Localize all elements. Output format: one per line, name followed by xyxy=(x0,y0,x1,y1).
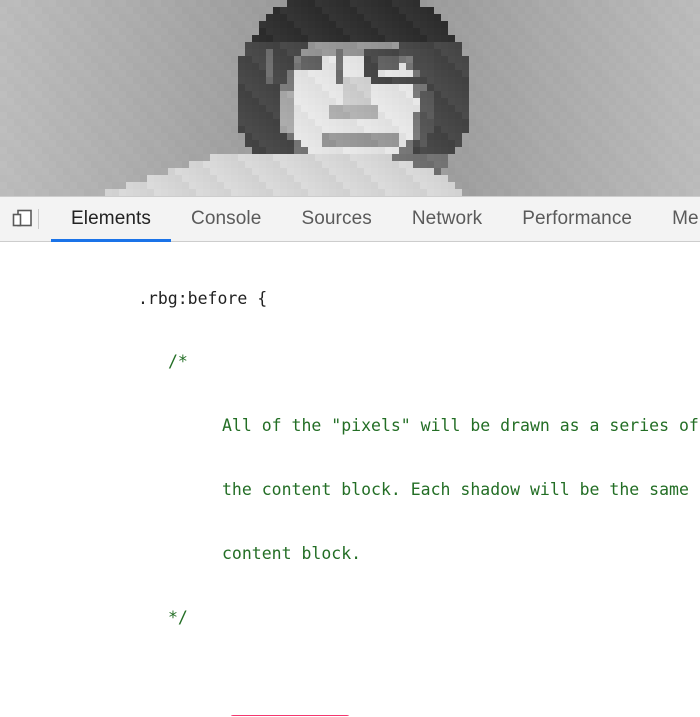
comment-close: */ xyxy=(168,608,188,627)
tab-network[interactable]: Network xyxy=(392,197,502,241)
comment-open-line: /* xyxy=(0,351,700,372)
tab-console[interactable]: Console xyxy=(171,197,281,241)
tab-label: Network xyxy=(412,208,482,230)
comment-line: content block. xyxy=(0,543,700,564)
comment-text: All of the "pixels" will be drawn as a s… xyxy=(222,416,699,435)
devtools-toolbar: Elements Console Sources Network Perform… xyxy=(0,197,700,242)
toolbar-divider xyxy=(38,209,39,229)
comment-text: content block. xyxy=(222,544,361,563)
tab-elements[interactable]: Elements xyxy=(51,197,171,241)
page-viewport xyxy=(0,0,700,196)
tab-label: Sources xyxy=(301,208,371,230)
device-toolbar-icon[interactable] xyxy=(10,206,36,232)
tab-label: Console xyxy=(191,208,261,230)
comment-close-line: */ xyxy=(0,607,700,628)
comment-line: the content block. Each shadow will be t… xyxy=(0,479,700,500)
pixel-art-portrait xyxy=(0,0,700,196)
comment-text: the content block. Each shadow will be t… xyxy=(222,480,689,499)
tab-label: Elements xyxy=(71,208,151,230)
css-selector: .rbg:before { xyxy=(138,289,267,308)
comment-open: /* xyxy=(168,352,188,371)
styles-pane[interactable]: .rbg:before { /* All of the "pixels" wil… xyxy=(0,242,700,716)
tab-memory[interactable]: Memory xyxy=(652,197,700,241)
box-shadow-property-line[interactable]: box-shadow: 7px 7px #88888a,14px 7px #87… xyxy=(0,692,700,713)
devtools-panel: Elements Console Sources Network Perform… xyxy=(0,196,700,717)
devtools-tab-bar: Elements Console Sources Network Perform… xyxy=(51,197,700,241)
tab-sources[interactable]: Sources xyxy=(281,197,391,241)
comment-line: All of the "pixels" will be drawn as a s… xyxy=(0,415,700,436)
tab-label: Performance xyxy=(522,208,632,230)
tab-performance[interactable]: Performance xyxy=(502,197,652,241)
css-selector-line[interactable]: .rbg:before { xyxy=(0,288,700,309)
toolbar-left-controls xyxy=(0,197,51,241)
tab-label: Memory xyxy=(672,208,700,230)
